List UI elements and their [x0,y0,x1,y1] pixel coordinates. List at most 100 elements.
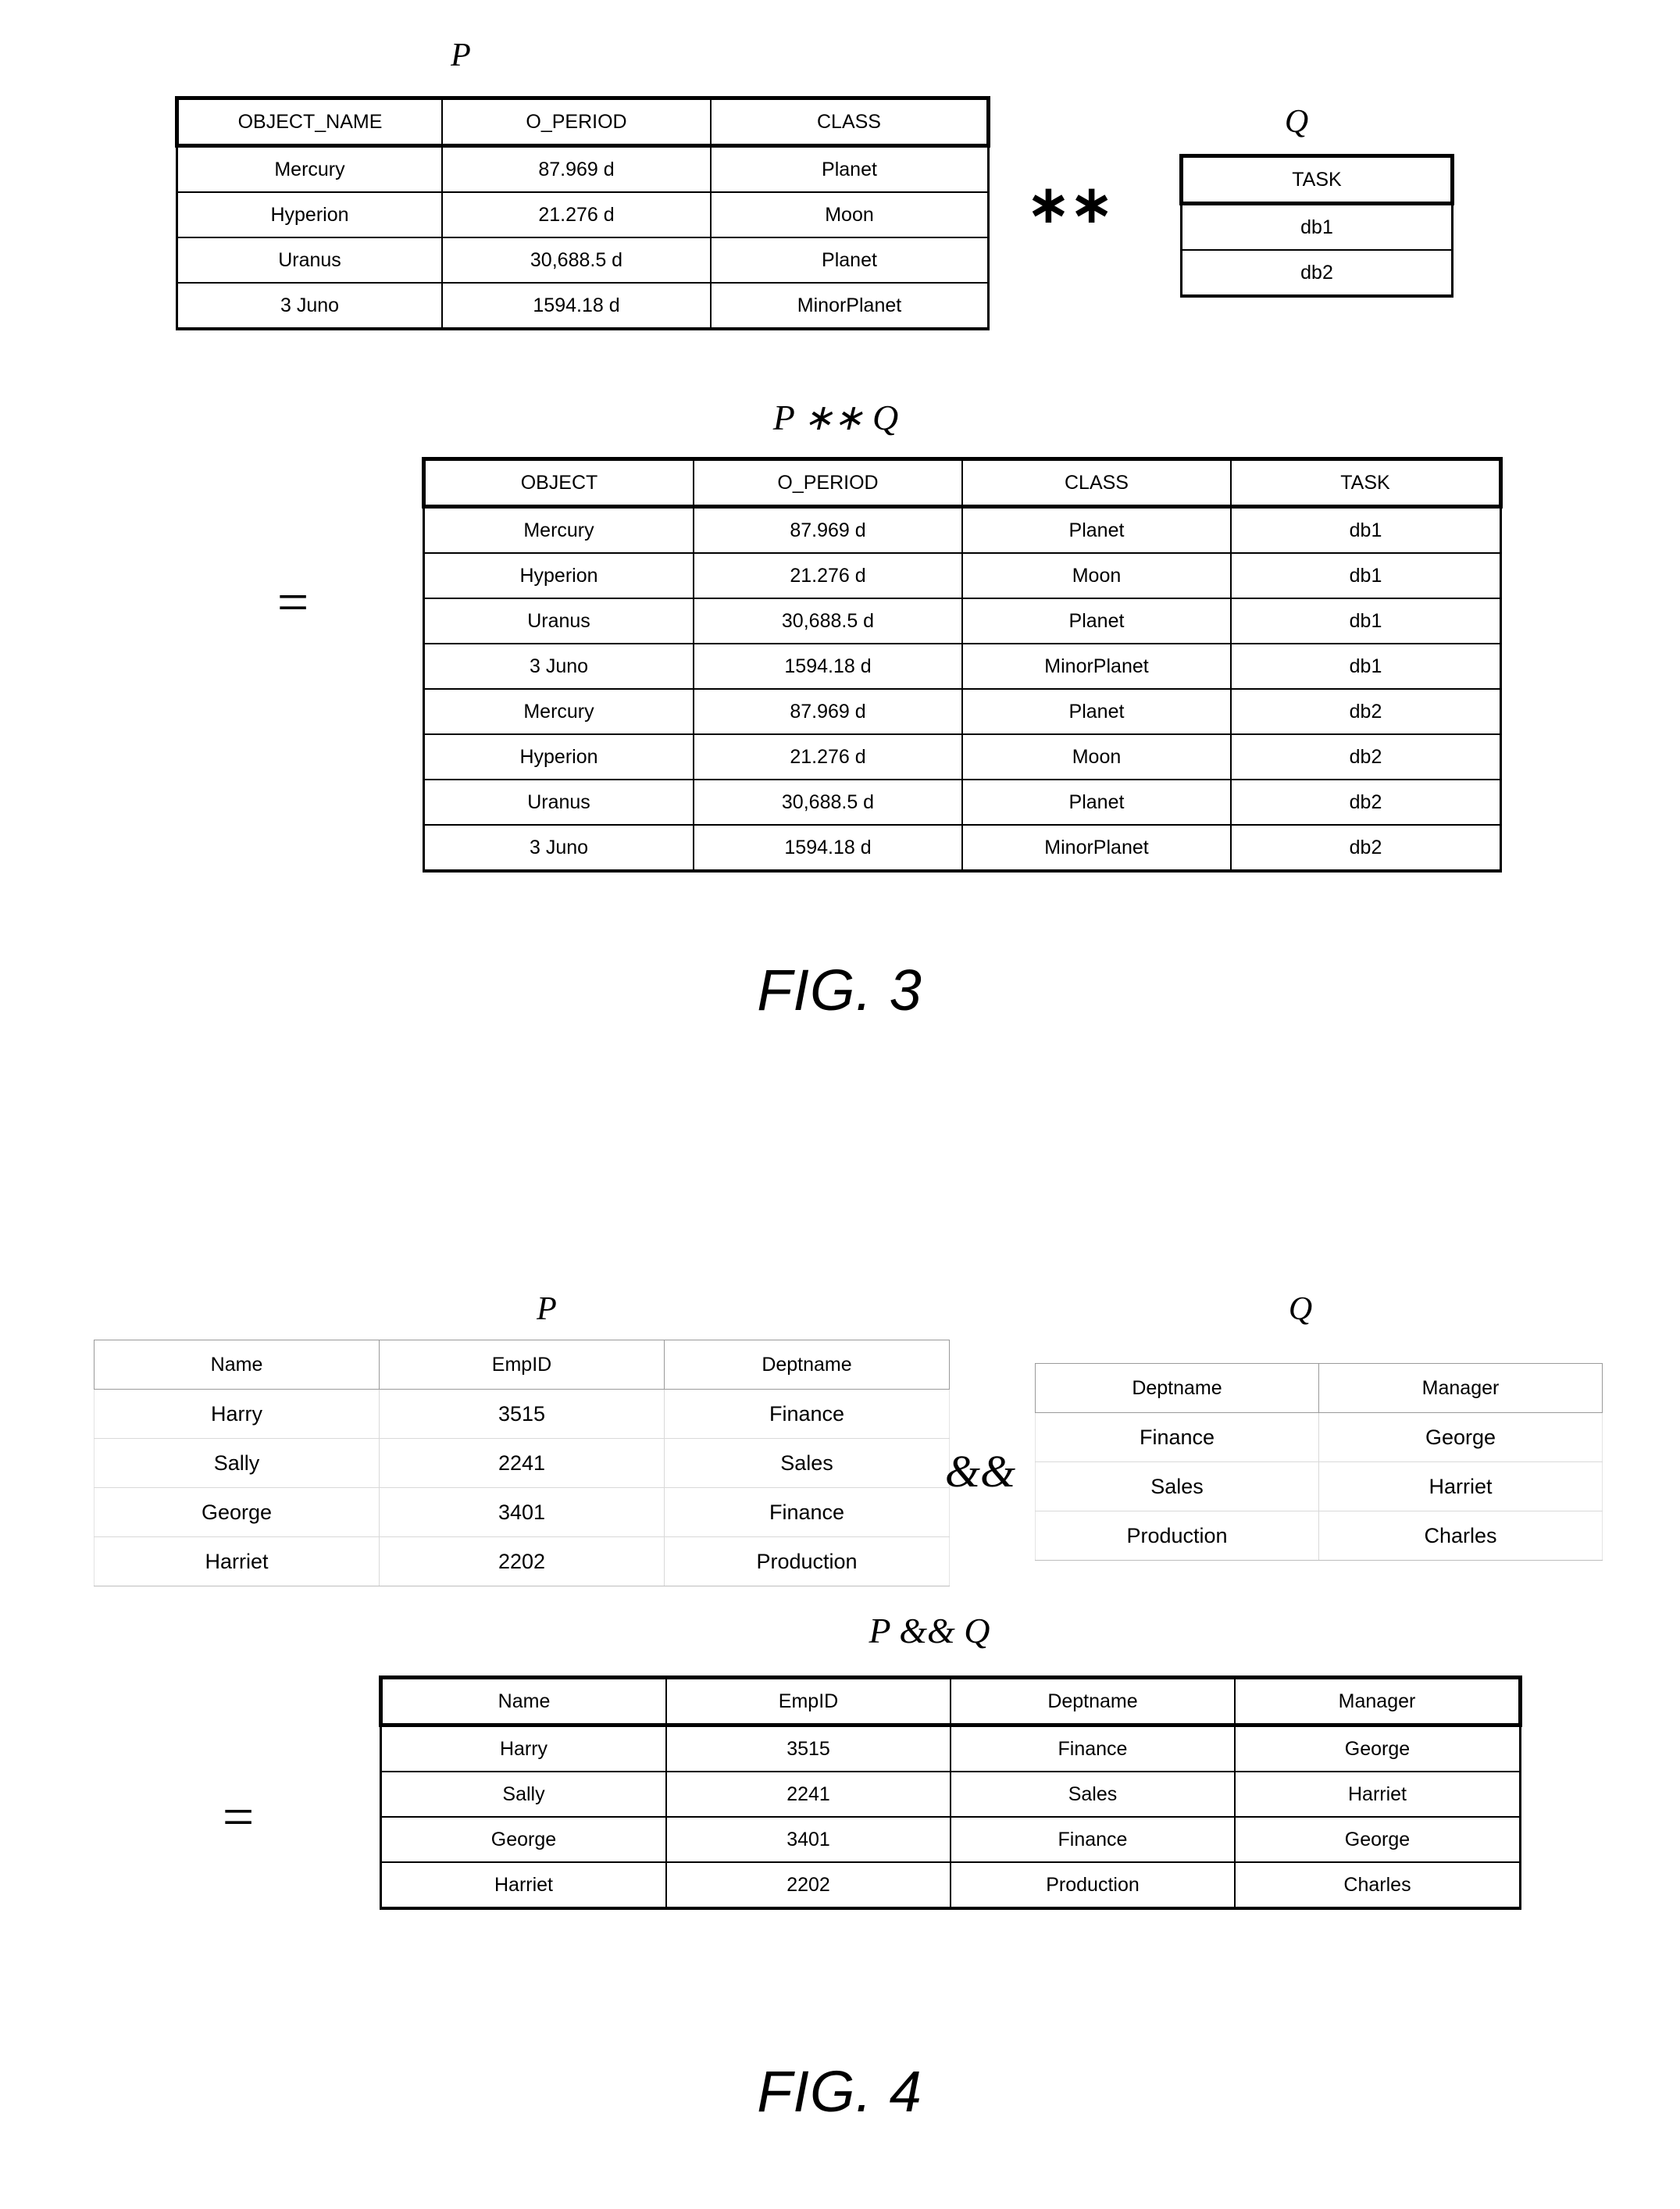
column-header: Name [94,1340,380,1390]
table-cell: Sally [380,1771,667,1818]
column-header: O_PERIOD [693,457,963,509]
fig4-table-Q: Deptname Manager Finance George Sales Ha… [1035,1363,1603,1561]
table-header-row: OBJECT O_PERIOD CLASS TASK [422,457,1503,509]
column-header: EmpID [379,1340,665,1390]
fig4-table-P: Name EmpID Deptname Harry 3515 Finance S… [94,1340,950,1586]
table-row: db2 [1180,249,1454,298]
table-row: 3 Juno 1594.18 d MinorPlanet db1 [423,643,1502,690]
table-row: George 3401 Finance George [380,1816,1521,1863]
table-cell: 3 Juno [423,643,694,690]
column-header: OBJECT_NAME [175,96,443,148]
table-cell: db2 [1230,824,1502,873]
table-row: Uranus 30,688.5 d Planet [176,237,990,284]
table-cell: MinorPlanet [961,643,1232,690]
table-cell: Uranus [423,779,694,826]
table-cell: 3515 [379,1389,665,1439]
table-cell: 30,688.5 d [441,237,712,284]
table-cell: 30,688.5 d [693,779,963,826]
fig4-table-result: Name EmpID Deptname Manager Harry 3515 F… [379,1675,1522,1910]
table-row: Sally 2241 Sales Harriet [380,1771,1521,1818]
table-row: Hyperion 21.276 d Moon db2 [423,733,1502,780]
fig3-caption: FIG. 3 [757,958,922,1022]
table-cell: 3 Juno [423,824,694,873]
column-header: CLASS [710,96,990,148]
table-cell: Finance [1035,1412,1319,1462]
column-header: OBJECT [422,457,694,509]
table-cell: 1594.18 d [441,282,712,330]
table-row: Harry 3515 Finance [94,1389,950,1439]
table-cell: db2 [1230,733,1502,780]
fig4-table-Q-grid: Deptname Manager Finance George Sales Ha… [1035,1363,1603,1561]
table-row: Production Charles [1035,1511,1603,1561]
column-header: Deptname [664,1340,950,1390]
table-cell: db2 [1180,249,1454,298]
fig4-table-result-grid: Name EmpID Deptname Manager Harry 3515 F… [379,1675,1522,1910]
fig4-equals-symbol: = [222,1786,255,1848]
fig4-caption: FIG. 4 [757,2059,922,2124]
fig4-right-operand-label: Q [1288,1291,1313,1327]
table-cell: Hyperion [423,552,694,599]
table-cell: 1594.18 d [693,643,963,690]
table-cell: 2241 [379,1438,665,1488]
table-cell: Finance [664,1487,950,1537]
table-cell: Sales [1035,1461,1319,1511]
fig4-left-operand-label: P [537,1291,557,1327]
table-cell: db1 [1230,505,1502,554]
table-cell: db1 [1230,643,1502,690]
table-cell: George [1234,1724,1521,1772]
table-row: George 3401 Finance [94,1487,950,1537]
table-cell: 21.276 d [693,552,963,599]
column-header: Manager [1234,1675,1522,1727]
table-cell: Moon [710,191,990,238]
column-header: CLASS [961,457,1232,509]
table-row: Harriet 2202 Production Charles [380,1861,1521,1910]
table-cell: Finance [664,1389,950,1439]
table-cell: Planet [961,598,1232,644]
table-cell: George [380,1816,667,1863]
table-row: Mercury 87.969 d Planet db2 [423,688,1502,735]
table-cell: Moon [961,733,1232,780]
table-cell: Harry [380,1724,667,1772]
table-cell: Finance [950,1724,1236,1772]
table-cell: Mercury [176,145,443,193]
column-header: Deptname [950,1675,1236,1727]
column-header: Manager [1318,1363,1603,1413]
table-cell: MinorPlanet [710,282,990,330]
table-cell: Moon [961,552,1232,599]
fig3-table-Q: TASK db1 db2 [1179,154,1454,298]
table-header-row: Name EmpID Deptname [94,1340,950,1390]
table-row: Harry 3515 Finance George [380,1724,1521,1772]
table-cell: George [1318,1412,1603,1462]
table-row: db1 [1180,202,1454,251]
table-cell: Sales [664,1438,950,1488]
table-row: Harriet 2202 Production [94,1536,950,1586]
table-cell: Mercury [423,688,694,735]
table-cell: Planet [961,505,1232,554]
table-cell: 2202 [379,1536,665,1586]
fig3-table-P: OBJECT_NAME O_PERIOD CLASS Mercury 87.96… [175,96,990,330]
table-cell: 87.969 d [441,145,712,193]
table-cell: 21.276 d [441,191,712,238]
table-row: Finance George [1035,1412,1603,1462]
table-header-row: OBJECT_NAME O_PERIOD CLASS [175,96,990,148]
table-cell: George [1234,1816,1521,1863]
table-cell: Harriet [1234,1771,1521,1818]
table-row: 3 Juno 1594.18 d MinorPlanet db2 [423,824,1502,873]
table-cell: MinorPlanet [961,824,1232,873]
table-row: Hyperion 21.276 d Moon [176,191,990,238]
table-cell: 3401 [379,1487,665,1537]
table-header-row: Deptname Manager [1035,1363,1603,1413]
table-cell: 87.969 d [693,688,963,735]
table-cell: Uranus [176,237,443,284]
table-cell: Production [664,1536,950,1586]
table-cell: Production [950,1861,1236,1910]
table-row: 3 Juno 1594.18 d MinorPlanet [176,282,990,330]
table-cell: Hyperion [176,191,443,238]
table-cell: Harry [94,1389,380,1439]
table-cell: Sales [950,1771,1236,1818]
table-row: Uranus 30,688.5 d Planet db2 [423,779,1502,826]
table-cell: 21.276 d [693,733,963,780]
table-cell: 3 Juno [176,282,443,330]
table-row: Hyperion 21.276 d Moon db1 [423,552,1502,599]
column-header: TASK [1179,154,1454,205]
